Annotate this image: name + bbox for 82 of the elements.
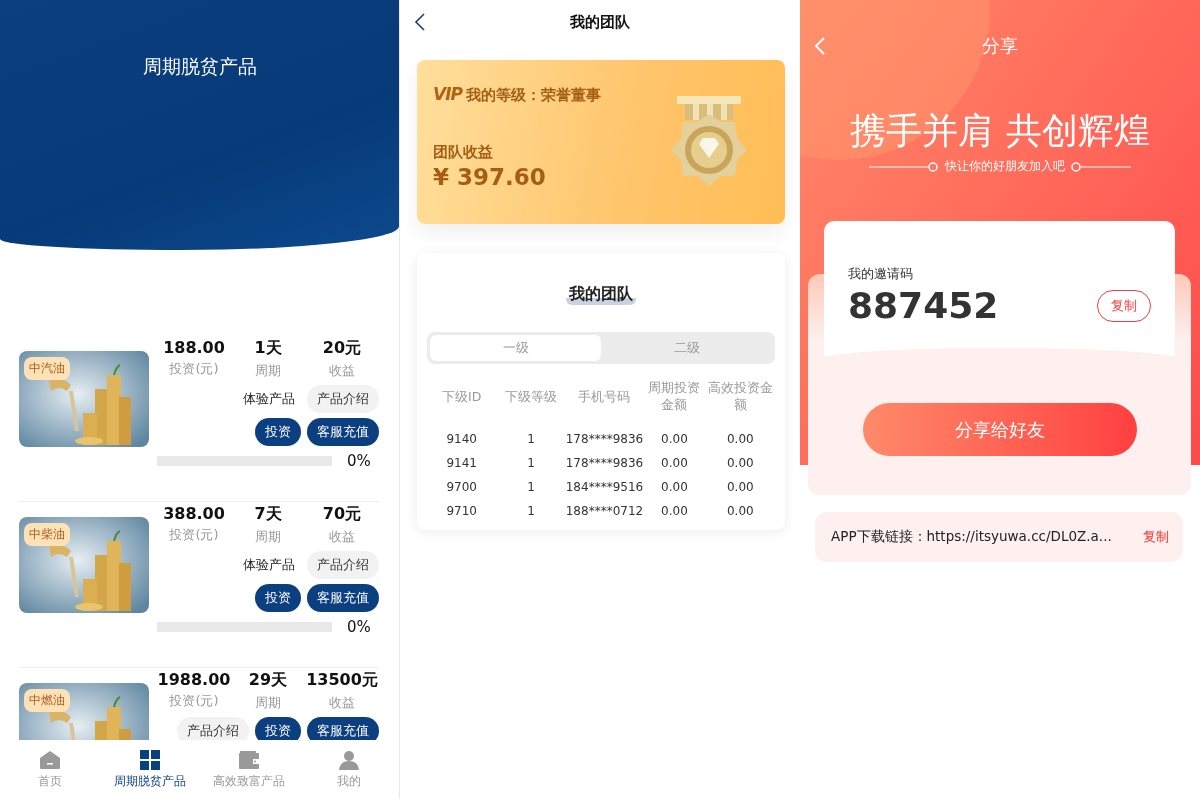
table-cell: 184****9516 (565, 480, 644, 494)
table-cell: 178****9836 (565, 456, 644, 470)
table-cell-text: 0.00 (660, 480, 689, 494)
stat-value: 29天 (248, 670, 288, 691)
table-cell-text: 1 (526, 480, 536, 494)
category-badge: 中燃油 (24, 689, 70, 712)
tab-bar-item[interactable]: 周期脱贫产品 (99, 740, 200, 799)
table-cell-text: 9141 (445, 456, 478, 470)
page-title: 我的团队 (570, 12, 630, 32)
page-title: 分享 (982, 34, 1018, 58)
table-cell-text: 9710 (445, 504, 478, 518)
stat-label: 周期 (255, 528, 281, 546)
invite-label: 我的邀请码 (848, 266, 913, 281)
product-tag: 体验产品 (243, 556, 295, 574)
page-title: 周期脱贫产品 (142, 54, 257, 79)
section-title: 我的团队 (566, 284, 636, 305)
recharge-button[interactable]: 客服充值 (307, 584, 379, 612)
stat-value: 20元 (322, 338, 362, 359)
level-text: 我的等级：荣誉董事 (465, 86, 601, 105)
medal-icon (669, 96, 749, 188)
table-cell-text: 0.00 (660, 456, 689, 470)
column-header: 下级ID (441, 388, 483, 406)
column-header: 手机号码 (577, 388, 632, 406)
table-cell-text: 1 (526, 456, 536, 470)
stat-value: 7天 (254, 504, 282, 525)
column-header: 下级等级 (504, 388, 559, 406)
table-cell-text: 1 (526, 432, 536, 446)
product-tag: 体验产品 (243, 390, 295, 408)
stat-value: 1988.00 (157, 670, 231, 689)
progress-reading: 0% (347, 618, 371, 636)
stat-value: 13500元 (306, 670, 378, 691)
table-cell-text: 0.00 (725, 480, 755, 494)
line-ornament-icon (869, 161, 939, 172)
stat-label: 投资(元) (169, 360, 219, 378)
stat-value: 388.00 (163, 504, 225, 523)
stat-value: 1天 (254, 338, 282, 359)
grid-icon (139, 750, 160, 770)
stat-label: 投资(元) (169, 692, 219, 710)
home-icon (38, 750, 61, 770)
stat-label: 收益 (329, 694, 355, 712)
table-cell-text: 9700 (445, 480, 478, 494)
progress-reading: 0% (347, 452, 371, 470)
table-cell-text: 0.00 (660, 432, 689, 446)
earnings-label: 团队收益 (433, 143, 494, 162)
recharge-button[interactable]: 客服充值 (307, 418, 379, 446)
table-cell-text: 0.00 (725, 432, 755, 446)
category-badge: 中柴油 (24, 523, 70, 546)
recharge-button[interactable]: 客服充值 (307, 717, 379, 740)
table-cell-text: 1 (526, 504, 536, 518)
intro-button[interactable]: 产品介绍 (307, 385, 379, 413)
column-header: 高效投资金额 (706, 380, 774, 414)
stat-label: 周期 (255, 694, 281, 712)
table-cell-text: 0.00 (660, 504, 689, 518)
subtitle: 快让你的好朋友加入吧 (945, 158, 1065, 175)
table-cell: 188****0712 (565, 504, 644, 518)
earnings-value: ¥ 397.60 (433, 164, 547, 190)
table-cell-text: 0.00 (725, 456, 755, 470)
stat-label: 收益 (329, 528, 355, 546)
table-cell: 178****9836 (565, 432, 644, 446)
category-badge: 中汽油 (24, 357, 70, 380)
headline: 携手并肩 共创辉煌 (849, 109, 1151, 153)
invest-button[interactable]: 投资 (255, 717, 301, 740)
column-header: 周期投资金额 (647, 380, 702, 414)
intro-button[interactable]: 产品介绍 (177, 717, 249, 740)
stat-label: 周期 (255, 362, 281, 380)
copy-button[interactable]: 复制 (1097, 289, 1151, 322)
table-cell-text: 9140 (445, 432, 478, 446)
table-cell-text: 0.00 (725, 504, 755, 518)
line-ornament-icon (1071, 161, 1131, 172)
invest-button[interactable]: 投资 (255, 418, 301, 446)
stat-value: 70元 (322, 504, 362, 525)
intro-button[interactable]: 产品介绍 (307, 551, 379, 579)
vip-logo: VIP (433, 84, 462, 104)
invite-code: 887452 (848, 285, 999, 326)
person-icon (338, 750, 361, 770)
stat-label: 投资(元) (169, 526, 219, 544)
copy-button[interactable]: 复制 (1143, 528, 1169, 546)
stat-label: 收益 (329, 362, 355, 380)
invest-button[interactable]: 投资 (255, 584, 301, 612)
wallet-icon (238, 750, 261, 770)
back-icon[interactable] (414, 12, 426, 32)
stat-value: 188.00 (163, 338, 225, 357)
